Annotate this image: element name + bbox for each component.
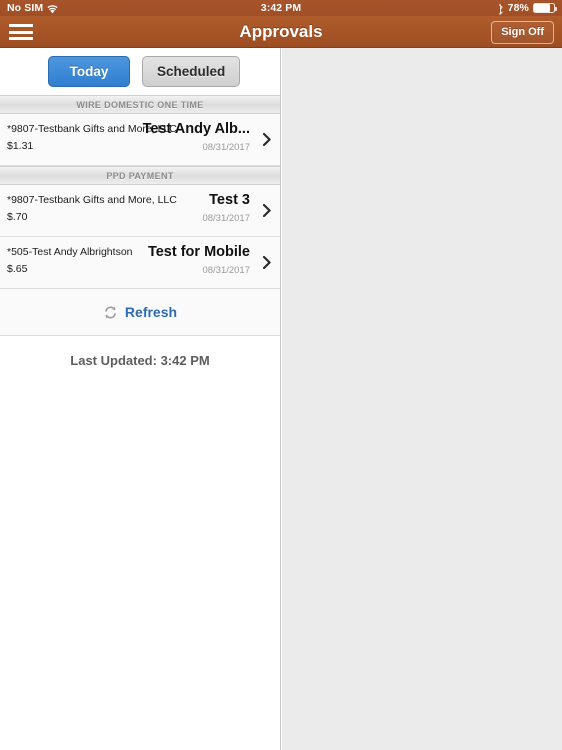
section-header-ppd-payment: PPD PAYMENT [0, 166, 280, 185]
row-amount: $.70 [7, 211, 28, 223]
page-title: Approvals [239, 22, 323, 41]
status-bar-clock: 3:42 PM [260, 2, 302, 14]
row-account: *505-Test Andy Albrightson [7, 246, 133, 258]
table-row[interactable]: *505-Test Andy Albrightson $.65 Test for… [0, 237, 280, 289]
last-updated-label: Last Updated: 3:42 PM [0, 336, 280, 370]
battery-percent-label: 78% [507, 2, 529, 14]
table-row[interactable]: *9807-Testbank Gifts and More, LLC $1.31… [0, 114, 280, 166]
tab-today[interactable]: Today [48, 56, 130, 87]
refresh-label: Refresh [124, 304, 178, 320]
navigation-bar: Approvals Sign Off [0, 16, 562, 48]
row-account: *9807-Testbank Gifts and More, LLC [7, 194, 177, 206]
row-date: 08/31/2017 [202, 265, 250, 276]
bluetooth-icon [497, 3, 504, 15]
sign-off-button[interactable]: Sign Off [491, 21, 554, 44]
refresh-button[interactable]: Refresh [0, 289, 280, 336]
section-header-wire-domestic-one-time: WIRE DOMESTIC ONE TIME [0, 95, 280, 114]
status-bar-right: 78% [497, 2, 557, 15]
status-bar: No SIM 3:42 PM 78% [0, 0, 562, 16]
chevron-right-icon [263, 133, 271, 146]
row-date: 08/31/2017 [202, 142, 250, 153]
chevron-right-icon [263, 256, 271, 269]
detail-panel [282, 48, 562, 750]
chevron-right-icon [263, 204, 271, 217]
row-name: Test Andy Alb... [142, 121, 250, 137]
tab-scheduled[interactable]: Scheduled [142, 56, 241, 87]
master-panel: Today Scheduled WIRE DOMESTIC ONE TIME *… [0, 48, 281, 750]
row-name: Test for Mobile [147, 244, 250, 260]
row-date: 08/31/2017 [202, 213, 250, 224]
table-row[interactable]: *9807-Testbank Gifts and More, LLC $.70 … [0, 185, 280, 237]
master-panel-filler [0, 370, 280, 750]
refresh-icon [103, 305, 118, 320]
row-amount: $.65 [7, 263, 28, 275]
battery-icon [533, 3, 557, 13]
row-amount: $1.31 [7, 140, 34, 152]
segmented-tab-bar: Today Scheduled [0, 48, 280, 95]
row-name: Test 3 [209, 192, 250, 208]
app-screen: No SIM 3:42 PM 78% Approvals Sign Off To… [0, 0, 562, 750]
